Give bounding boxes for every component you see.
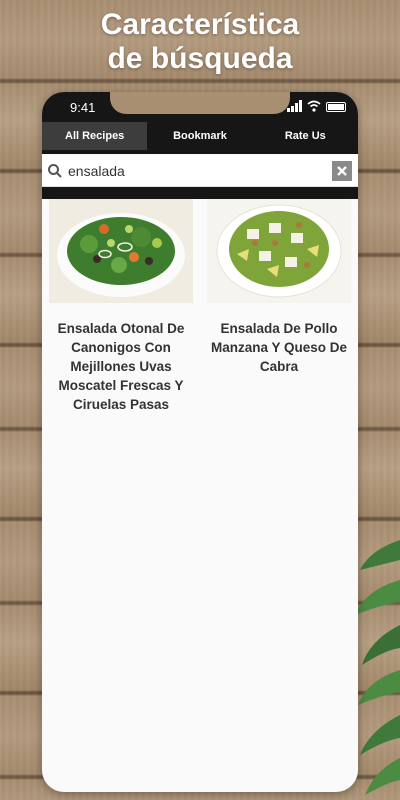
tab-bookmark[interactable]: Bookmark [147, 122, 252, 150]
status-icons [287, 100, 346, 112]
tab-all-recipes[interactable]: All Recipes [42, 122, 148, 150]
results-divider [42, 187, 358, 199]
tab-rate-us[interactable]: Rate Us [253, 122, 358, 150]
recipe-image [207, 199, 351, 303]
signal-icon [287, 100, 302, 112]
search-bar [42, 156, 358, 187]
promo-headline: Característica de búsqueda [0, 8, 400, 76]
recipe-card[interactable]: Ensalada De Pollo Manzana Y Queso De Cab… [200, 199, 358, 414]
recipe-grid: Ensalada Otonal De Canonigos Con Mejillo… [42, 199, 358, 414]
recipe-title[interactable]: Ensalada Otonal De Canonigos Con Mejillo… [46, 319, 196, 414]
headline-line-1: Característica [100, 8, 300, 41]
recipe-title[interactable]: Ensalada De Pollo Manzana Y Queso De Cab… [204, 319, 354, 376]
search-icon [48, 164, 62, 178]
battery-icon [326, 102, 346, 112]
recipe-image [49, 199, 193, 303]
search-input[interactable] [66, 162, 332, 180]
phone-notch [110, 92, 290, 114]
status-time: 9:41 [70, 100, 96, 115]
headline-line-2: de búsqueda [107, 42, 293, 75]
tab-bar: All Recipes Bookmark Rate Us [42, 122, 358, 150]
phone-frame: 9:41 All Recipes Bookmark Rate Us ensala… [42, 92, 358, 792]
recipe-card[interactable]: Ensalada Otonal De Canonigos Con Mejillo… [42, 199, 200, 414]
clear-search-button[interactable] [332, 161, 352, 181]
close-icon [337, 166, 347, 176]
wifi-icon [307, 100, 321, 112]
